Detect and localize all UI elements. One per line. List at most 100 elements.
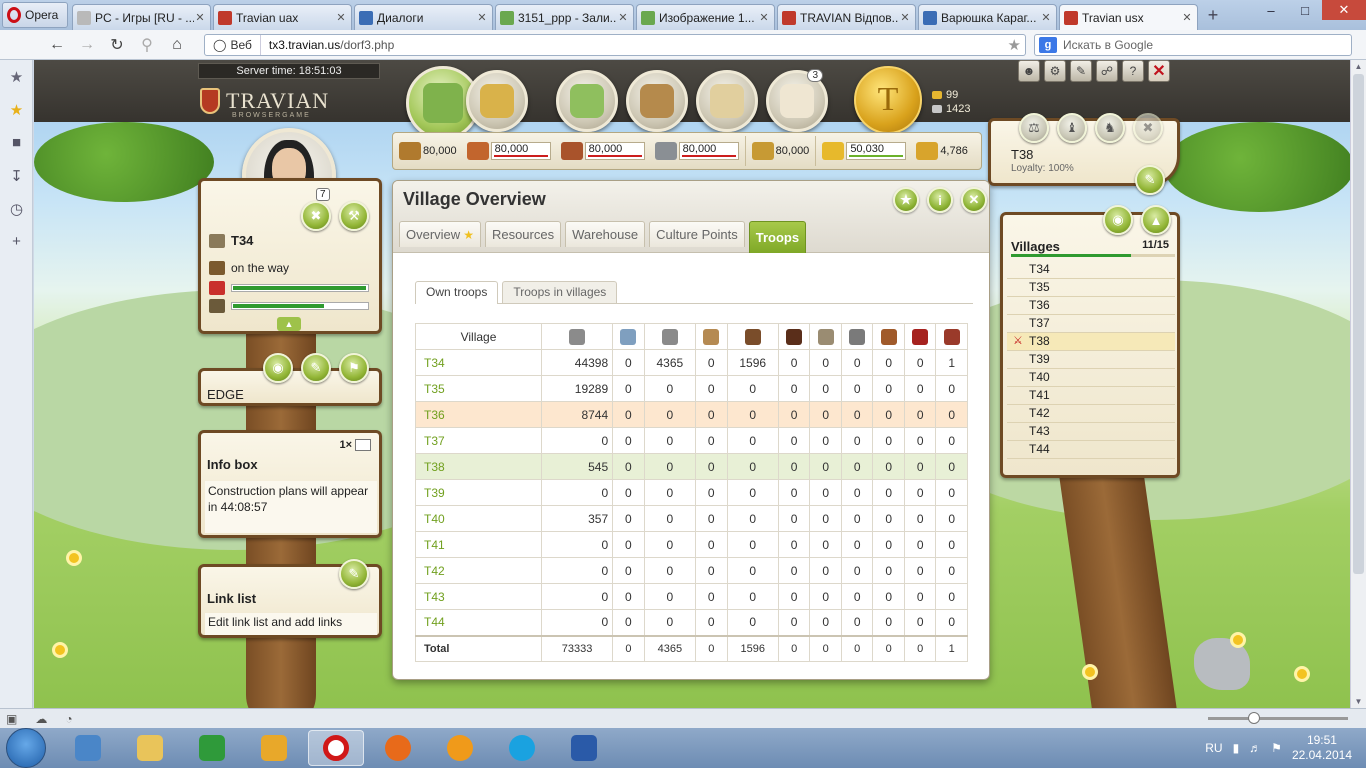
nav-village-button[interactable] [466, 70, 528, 132]
google-icon[interactable]: g [1039, 37, 1057, 53]
window-close-button[interactable]: ✕ [1322, 0, 1366, 20]
scrollbar-thumb[interactable] [1353, 74, 1364, 574]
tab-close-icon[interactable]: ✕ [899, 11, 911, 24]
clock[interactable]: 19:51 22.04.2014 [1292, 733, 1352, 763]
villages-statistics-button[interactable]: ▲ [1141, 205, 1171, 235]
taskbar-app-security[interactable] [184, 730, 240, 766]
tab-close-icon[interactable]: ✕ [758, 11, 770, 24]
volume-icon[interactable]: ♬ [1249, 741, 1261, 755]
taskbar-app-explorer[interactable] [122, 730, 178, 766]
collapse-hero-button[interactable]: ▲ [277, 317, 301, 331]
gold-plus-button[interactable]: T [854, 66, 922, 134]
scroll-up-arrow-icon[interactable]: ▲ [1351, 62, 1366, 71]
home-button[interactable]: ⌂ [162, 36, 192, 54]
nav-reports-button[interactable] [696, 70, 758, 132]
zoom-slider-knob[interactable] [1248, 712, 1260, 724]
tab-close-icon[interactable]: ✕ [194, 11, 206, 24]
close-window-button[interactable]: ✕ [961, 187, 987, 213]
address-field[interactable]: ◯ Веб tx3.travian.us/dorf3.php ★ [204, 34, 1026, 56]
links-icon[interactable]: ☍ [1096, 60, 1118, 82]
overview-tab[interactable]: Overview ★ [399, 221, 481, 247]
tab-close-icon[interactable]: ✕ [1040, 11, 1052, 24]
page-scrollbar[interactable]: ▲ ▼ [1350, 60, 1366, 708]
history-clock-icon[interactable]: ◷ [0, 192, 33, 225]
village-list-item[interactable]: T40 [1007, 369, 1175, 387]
add-panel-icon[interactable]: + [0, 225, 33, 258]
search-field[interactable]: g Искать в Google [1034, 34, 1352, 56]
village-link[interactable]: T41 [415, 531, 542, 558]
village-link[interactable]: T43 [415, 583, 542, 610]
travian-logo[interactable]: TRAVIAN BROWSERGAME [196, 82, 356, 122]
maximize-button[interactable]: □ [1288, 0, 1322, 20]
taskbar-app-word[interactable] [556, 730, 612, 766]
turbo-cloud-icon[interactable]: ☁ [35, 712, 47, 726]
logout-icon[interactable]: ✕ [1148, 60, 1170, 82]
settings-gear-icon[interactable]: ⚙ [1044, 60, 1066, 82]
nav-statistics-button[interactable] [626, 70, 688, 132]
village-link[interactable]: T40 [415, 505, 542, 532]
browser-tab[interactable]: TRAVIAN Відпов... ✕ [777, 4, 916, 30]
downloads-icon[interactable]: ↧ [0, 159, 33, 192]
taskbar-app-tools[interactable] [246, 730, 302, 766]
barracks-button[interactable]: ♝ [1057, 113, 1087, 143]
village-link[interactable]: T34 [415, 349, 542, 376]
key-icon[interactable]: ⚲ [132, 35, 162, 55]
village-link[interactable]: T36 [415, 401, 542, 428]
edit-link-list-button[interactable]: ✎ [339, 559, 369, 589]
village-list-item[interactable]: T41 [1007, 387, 1175, 405]
alliance-flag-button[interactable]: ⚑ [339, 353, 369, 383]
marketplace-button[interactable]: ⚖ [1019, 113, 1049, 143]
village-list-item[interactable]: T34 [1007, 261, 1175, 279]
village-list-item[interactable]: T39 [1007, 351, 1175, 369]
speed-gauge-icon[interactable]: ◔ [65, 712, 72, 726]
village-list-item[interactable]: T42 [1007, 405, 1175, 423]
village-list-item[interactable]: ⚔ T38 [1007, 333, 1175, 351]
overview-tab[interactable]: Resources [484, 221, 562, 247]
notes-icon[interactable]: ■ [0, 126, 33, 159]
taskbar-app-opera[interactable] [308, 730, 364, 766]
browser-tab[interactable]: 3151_ppp - Зали... ✕ [495, 4, 634, 30]
troops-subtab[interactable]: Troops in villages [502, 281, 618, 303]
village-link[interactable]: T35 [415, 375, 542, 402]
profile-icon[interactable]: ☻ [1018, 60, 1040, 82]
adventures-button[interactable]: ✖ [301, 201, 331, 231]
site-info-button[interactable]: ◯ Веб [205, 35, 261, 55]
taskbar-app-avast[interactable] [432, 730, 488, 766]
envelope-icon[interactable] [355, 439, 371, 451]
bookmarks-star-icon[interactable]: ★ [0, 93, 33, 126]
village-list-item[interactable]: T36 [1007, 297, 1175, 315]
overview-tab[interactable]: Warehouse [565, 221, 646, 247]
village-link[interactable]: T44 [415, 609, 542, 636]
village-list-item[interactable]: T35 [1007, 279, 1175, 297]
overview-tab[interactable]: Troops [748, 221, 807, 253]
troops-subtab[interactable]: Own troops [415, 281, 499, 304]
village-list-item[interactable]: T43 [1007, 423, 1175, 441]
alliance-overview-button[interactable]: ◉ [263, 353, 293, 383]
browser-tab[interactable]: Travian uax ✕ [213, 4, 352, 30]
village-link[interactable]: T42 [415, 557, 542, 584]
village-list-item[interactable]: T44 [1007, 441, 1175, 459]
minimize-button[interactable]: – [1254, 0, 1288, 20]
rename-village-button[interactable]: ✎ [1135, 165, 1165, 195]
reload-button[interactable]: ↻ [102, 35, 132, 55]
scroll-down-arrow-icon[interactable]: ▼ [1351, 697, 1366, 706]
language-indicator[interactable]: RU [1205, 741, 1222, 755]
new-tab-button[interactable]: + [1202, 5, 1224, 27]
favorite-button[interactable]: ★ [893, 187, 919, 213]
forward-button[interactable]: → [72, 36, 102, 54]
zoom-slider[interactable] [1208, 717, 1348, 720]
taskbar-app-firefox[interactable] [370, 730, 426, 766]
villages-overview-button[interactable]: ◉ [1103, 205, 1133, 235]
browser-tab[interactable]: Travian usx ✕ [1059, 4, 1198, 30]
link-list-text[interactable]: Edit link list and add links [205, 613, 377, 635]
bookmark-star-icon[interactable]: ★ [1008, 36, 1021, 54]
taskbar-app-ie[interactable] [60, 730, 116, 766]
auction-button[interactable]: ⚒ [339, 201, 369, 231]
alliance-forum-button[interactable]: ✎ [301, 353, 331, 383]
flag-tray-icon[interactable]: ⚑ [1271, 741, 1282, 755]
opera-menu-button[interactable]: Opera [2, 2, 68, 28]
forum-icon[interactable]: ✎ [1070, 60, 1092, 82]
stable-button[interactable]: ♞ [1095, 113, 1125, 143]
village-link[interactable]: T37 [415, 427, 542, 454]
workshop-button[interactable]: ✖ [1133, 113, 1163, 143]
